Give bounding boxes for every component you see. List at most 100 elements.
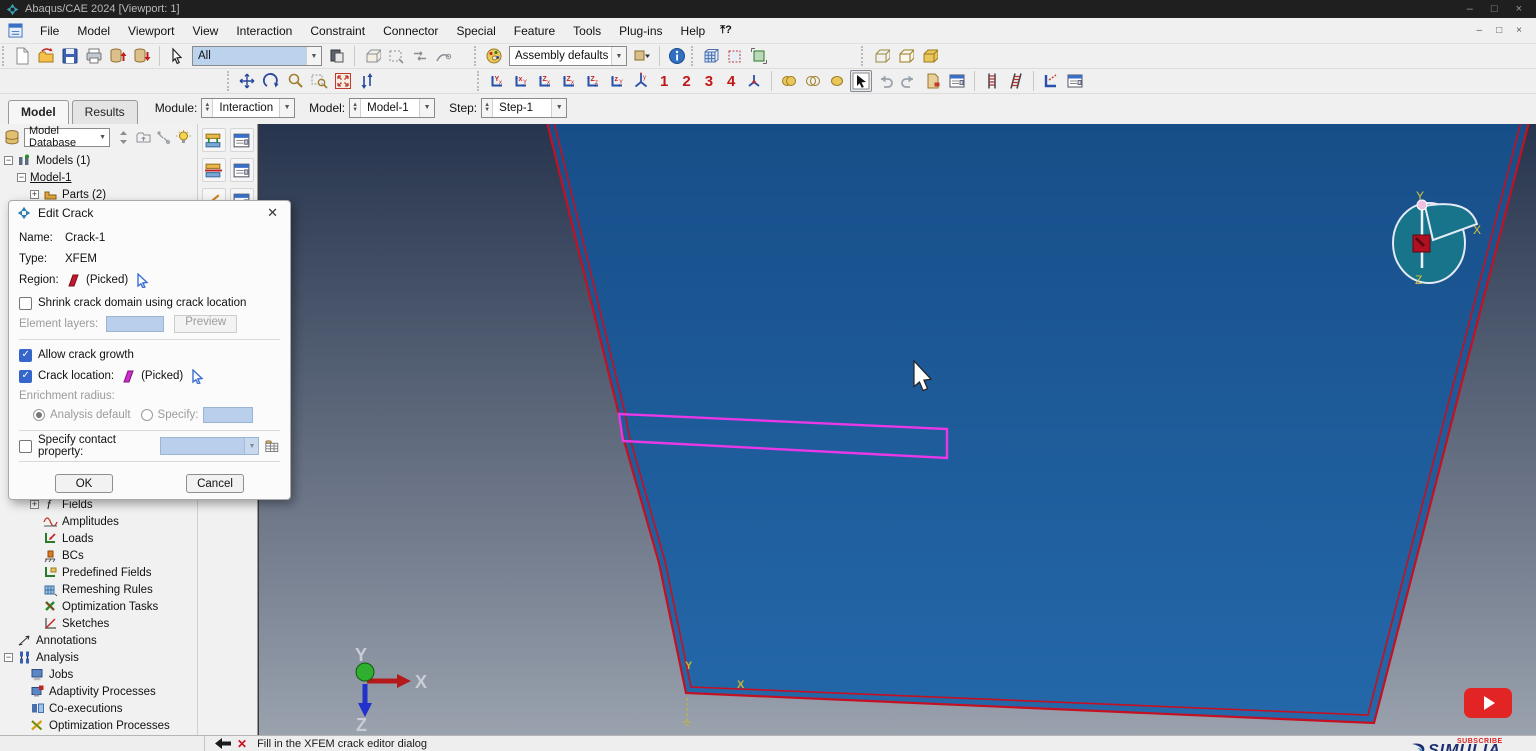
- mesh-dashed-icon[interactable]: [724, 45, 746, 67]
- view-number-1[interactable]: 1: [653, 73, 675, 90]
- axis-zx-icon[interactable]: Zx: [534, 70, 556, 92]
- iso-view-icon[interactable]: y: [630, 70, 652, 92]
- specify-radius-input[interactable]: [203, 407, 253, 423]
- tree-item-annotations[interactable]: Annotations: [0, 632, 198, 649]
- hiddenline-icon[interactable]: [894, 45, 916, 67]
- select-cursor-icon[interactable]: [166, 45, 188, 67]
- shaded-icon[interactable]: [918, 45, 940, 67]
- element-layers-input[interactable]: [106, 316, 164, 332]
- menu-model[interactable]: Model: [68, 21, 119, 41]
- collapse-icon[interactable]: −: [17, 173, 26, 182]
- pick-region-cursor-icon[interactable]: [136, 273, 150, 288]
- undo-icon[interactable]: [874, 70, 896, 92]
- toolbar-grip[interactable]: [2, 46, 6, 66]
- mesh-cube-icon[interactable]: [700, 45, 722, 67]
- paste-probe-icon[interactable]: [326, 45, 348, 67]
- tab-model[interactable]: Model: [8, 100, 69, 124]
- menu-interaction[interactable]: Interaction: [227, 21, 301, 41]
- mdi-minimize-button[interactable]: –: [1477, 25, 1483, 36]
- contact-property-combo[interactable]: ▼: [160, 437, 259, 455]
- rotate-icon[interactable]: [260, 70, 282, 92]
- cycle-views-icon[interactable]: [356, 70, 378, 92]
- wireframe-icon[interactable]: [870, 45, 892, 67]
- menu-feature[interactable]: Feature: [505, 21, 564, 41]
- ok-button[interactable]: OK: [55, 474, 113, 493]
- boxzoom-icon[interactable]: [308, 70, 330, 92]
- translate-icon[interactable]: [409, 45, 431, 67]
- color-mapping-combo[interactable]: Assembly defaults▼: [509, 46, 627, 66]
- contact-property-manager-icon[interactable]: [264, 439, 280, 454]
- prompt-cancel-icon[interactable]: ✕: [237, 737, 247, 751]
- interaction-property-manager-icon[interactable]: [230, 158, 254, 182]
- new-file-icon[interactable]: [11, 45, 33, 67]
- view-number-3[interactable]: 3: [698, 73, 720, 90]
- specify-radius-radio[interactable]: [141, 409, 153, 421]
- measure-cube-icon[interactable]: [361, 45, 383, 67]
- toolbar-grip[interactable]: [474, 46, 478, 66]
- minimize-button[interactable]: –: [1467, 3, 1473, 15]
- edit-region-icon[interactable]: [385, 45, 407, 67]
- print-icon[interactable]: [83, 45, 105, 67]
- dg-union-icon[interactable]: [778, 70, 800, 92]
- maximize-button[interactable]: □: [1491, 3, 1498, 15]
- dg-intersect-icon[interactable]: [802, 70, 824, 92]
- viewport-canvas[interactable]: Y X Y X Z Y: [258, 124, 1536, 735]
- context-help-icon[interactable]: ⤒?: [720, 24, 732, 37]
- menu-file[interactable]: File: [31, 21, 68, 41]
- tree-item-analysis[interactable]: −Analysis: [0, 649, 198, 666]
- palette-icon[interactable]: [483, 45, 505, 67]
- pan-icon[interactable]: [236, 70, 258, 92]
- curve-probe-icon[interactable]: [433, 45, 455, 67]
- axis-yx-icon[interactable]: Yx: [486, 70, 508, 92]
- open-file-icon[interactable]: [35, 45, 57, 67]
- menu-tools[interactable]: Tools: [564, 21, 610, 41]
- tree-item-models-1[interactable]: −Models (1): [0, 152, 198, 169]
- mesh-green-icon[interactable]: [748, 45, 770, 67]
- redo-icon[interactable]: [898, 70, 920, 92]
- module-combo[interactable]: ▲▼Interaction▼: [201, 98, 295, 118]
- menu-plug-ins[interactable]: Plug-ins: [610, 21, 671, 41]
- lightbulb-icon[interactable]: [175, 128, 191, 146]
- tree-item-model-1[interactable]: −Model-1: [0, 169, 198, 186]
- axis-zx2-icon[interactable]: Zx: [558, 70, 580, 92]
- expand-icon[interactable]: +: [30, 500, 39, 509]
- mdi-restore-button[interactable]: □: [1496, 25, 1502, 36]
- toolbar-grip[interactable]: [861, 46, 865, 66]
- attachment-slant-icon[interactable]: [1005, 70, 1027, 92]
- save-icon[interactable]: [59, 45, 81, 67]
- analysis-default-radio[interactable]: [33, 409, 45, 421]
- pick-crack-cursor-icon[interactable]: [191, 369, 205, 384]
- tree-database-combo[interactable]: Model Database▼: [24, 128, 110, 147]
- tree-item-jobs[interactable]: Jobs: [0, 666, 198, 683]
- axis-yz-icon[interactable]: zY: [606, 70, 628, 92]
- tree-item-co-executions[interactable]: Co-executions: [0, 700, 198, 717]
- tree-item-amplitudes[interactable]: Amplitudes: [0, 513, 198, 530]
- mdi-close-button[interactable]: ×: [1516, 25, 1522, 36]
- options-manager-icon[interactable]: [1064, 70, 1086, 92]
- folder-up-icon[interactable]: [135, 128, 151, 146]
- collapse-icon[interactable]: −: [4, 156, 13, 165]
- part-face[interactable]: [546, 124, 1530, 723]
- cancel-button[interactable]: Cancel: [186, 474, 244, 493]
- axis-xy-icon[interactable]: xY: [510, 70, 532, 92]
- model-combo[interactable]: ▲▼Model-1▼: [349, 98, 435, 118]
- toolbar-grip[interactable]: [477, 71, 481, 91]
- tab-results[interactable]: Results: [72, 100, 138, 124]
- dg-replace-icon[interactable]: [850, 70, 872, 92]
- toolbar-grip[interactable]: [227, 71, 231, 91]
- view-number-4[interactable]: 4: [720, 73, 742, 90]
- tree-item-predefined-fields[interactable]: Predefined Fields: [0, 564, 198, 581]
- crack-location-checkbox[interactable]: [19, 370, 32, 383]
- expand-icon[interactable]: +: [30, 190, 39, 199]
- allow-growth-checkbox[interactable]: [19, 349, 32, 362]
- fitall-icon[interactable]: [332, 70, 354, 92]
- contact-property-checkbox[interactable]: [19, 440, 32, 453]
- tree-item-optimization-tasks[interactable]: Optimization Tasks: [0, 598, 198, 615]
- menu-view[interactable]: View: [184, 21, 228, 41]
- dialog-title-bar[interactable]: Edit Crack ✕: [9, 201, 290, 224]
- custom-views-icon[interactable]: [743, 70, 765, 92]
- dg-manager-icon[interactable]: [946, 70, 968, 92]
- magnify-icon[interactable]: [284, 70, 306, 92]
- spin-updown-icon[interactable]: [115, 128, 131, 146]
- create-dg-icon[interactable]: [922, 70, 944, 92]
